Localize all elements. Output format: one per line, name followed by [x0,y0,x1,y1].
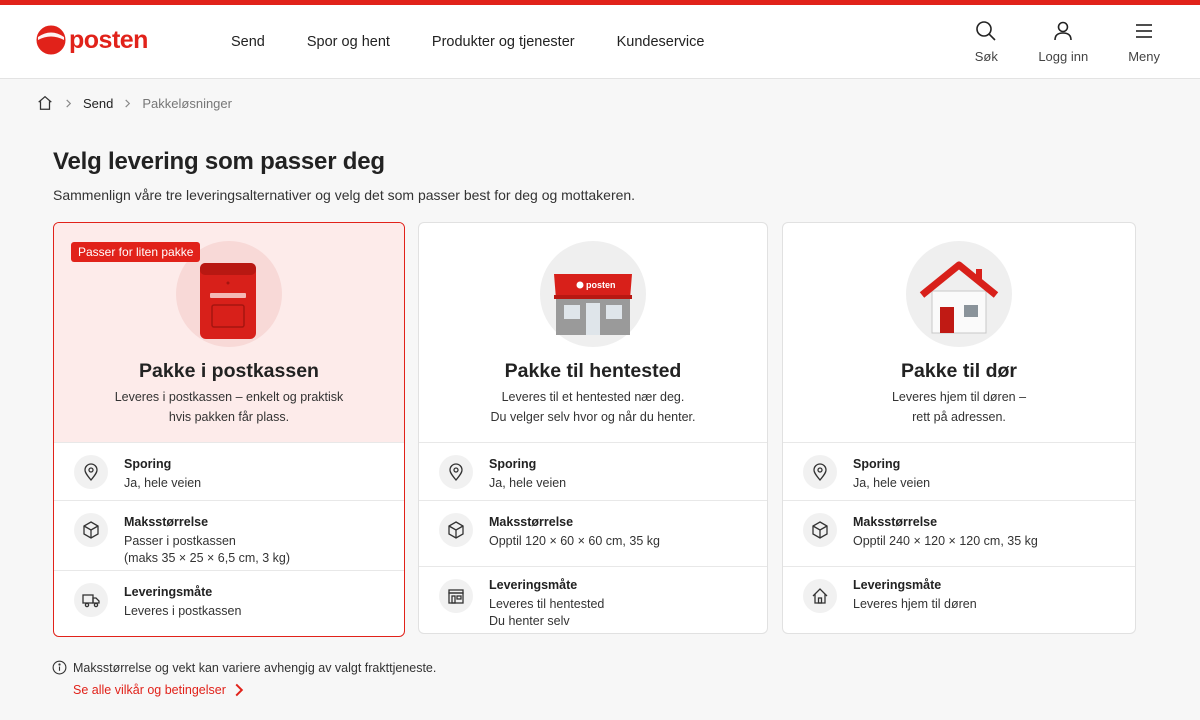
menu-button[interactable]: Meny [1128,19,1160,64]
nav-send[interactable]: Send [231,34,265,50]
option-card-dor[interactable]: Pakke til dør Leveres hjem til døren – r… [782,222,1136,634]
card-title: Pakke til hentested [504,360,682,382]
card-description: Leveres i postkassen – enkelt og praktis… [54,387,404,427]
detail-value: Leveres til hentested [489,597,605,611]
card-header: Pakke til dør Leveres hjem til døren – r… [783,223,1135,442]
detail-row-maksstorrelse: Maksstørrelse Passer i postkassen (maks … [54,501,404,571]
menu-label: Meny [1128,49,1160,64]
info-icon [52,660,67,675]
terms-link[interactable]: Se alle vilkår og betingelser [73,683,246,697]
detail-value: Passer i postkassen [124,534,236,548]
nav-produkter-og-tjenester[interactable]: Produkter og tjenester [432,34,575,50]
detail-label: Leveringsmåte [853,578,942,592]
card-header: Passer for liten pakke Pakke i postkasse… [54,223,404,442]
card-desc-line: hvis pakken får plass. [168,410,290,424]
detail-label: Maksstørrelse [853,515,938,529]
detail-label: Sporing [124,457,172,471]
detail-value: Leveres hjem til døren [853,597,977,611]
posten-logo[interactable]: posten [36,25,148,55]
detail-value: Ja, hele veien [853,476,931,490]
detail-label: Sporing [853,457,901,471]
location-pin-icon [74,455,108,489]
breadcrumb-current: Pakkeløsninger [142,95,232,111]
info-note: Maksstørrelse og vekt kan variere avheng… [52,660,436,675]
detail-value-extra: (maks 35 × 25 × 6,5 cm, 3 kg) [124,551,291,565]
header-actions: Søk Logg inn Meny [934,19,1160,64]
detail-value-extra: Du henter selv [489,614,570,628]
logo-text: posten [69,25,148,54]
card-description: Leveres hjem til døren – rett på adresse… [783,387,1135,427]
home-icon[interactable] [36,94,54,112]
detail-label: Maksstørrelse [489,515,574,529]
page-lead: Sammenlign våre tre leveringsalternative… [53,187,636,203]
info-note-text: Maksstørrelse og vekt kan variere avheng… [73,660,437,675]
option-card-postkassen[interactable]: Passer for liten pakke Pakke i postkasse… [53,222,405,637]
card-desc-line: Du velger selv hvor og når du henter. [490,410,696,424]
detail-row-sporing: Sporing Ja, hele veien [783,443,1135,501]
card-desc-line: rett på adressen. [912,410,1006,424]
detail-row-leveringsmate: Leveringsmåte Leveres til hentested Du h… [419,567,767,633]
package-icon [74,513,108,547]
breadcrumb: Send Pakkeløsninger [36,94,232,112]
package-icon [803,513,837,547]
detail-row-leveringsmate: Leveringsmåte Leveres i postkassen [54,571,404,635]
detail-row-maksstorrelse: Maksstørrelse Opptil 120 × 60 × 60 cm, 3… [419,501,767,567]
card-desc-line: Leveres i postkassen – enkelt og praktis… [114,390,344,404]
location-pin-icon [439,455,473,489]
card-details: Sporing Ja, hele veien Maksstørrelse Pas… [54,442,404,635]
breadcrumb-send[interactable]: Send [83,96,113,111]
detail-label: Sporing [489,457,537,471]
card-description: Leveres til et hentested nær deg. Du vel… [419,387,767,427]
detail-value: Ja, hele veien [124,476,202,490]
chevron-right-icon [235,683,244,697]
option-card-hentested[interactable]: posten Pakke til hentested Leveres til e… [418,222,768,634]
chevron-right-icon [64,98,73,108]
house-illustration [906,241,1012,347]
card-desc-line: Leveres hjem til døren – [891,390,1027,404]
login-label: Logg inn [1038,49,1089,64]
card-header: posten Pakke til hentested Leveres til e… [419,223,767,442]
detail-row-sporing: Sporing Ja, hele veien [419,443,767,501]
chevron-right-icon [123,98,132,108]
site-header: posten Send Spor og hent Produkter og tj… [0,5,1200,79]
main-nav: Send Spor og hent Produkter og tjenester… [231,5,746,79]
detail-label: Maksstørrelse [124,515,209,529]
svg-text:posten: posten [586,280,616,290]
detail-row-sporing: Sporing Ja, hele veien [54,443,404,501]
small-package-badge: Passer for liten pakke [71,242,201,262]
store-icon [439,579,473,613]
card-title: Pakke i postkassen [139,360,319,382]
detail-value: Opptil 120 × 60 × 60 cm, 35 kg [489,534,660,548]
card-desc-line: Leveres til et hentested nær deg. [501,390,685,404]
location-pin-icon [803,455,837,489]
search-icon [976,21,996,41]
user-icon [1054,21,1073,41]
card-details: Sporing Ja, hele veien Maksstørrelse Opp… [419,442,767,633]
detail-value: Ja, hele veien [489,476,567,490]
terms-link-label: Se alle vilkår og betingelser [73,683,226,697]
search-label: Søk [974,49,998,64]
detail-row-leveringsmate: Leveringsmåte Leveres hjem til døren [783,567,1135,633]
login-button[interactable]: Logg inn [1038,19,1088,64]
detail-value: Opptil 240 × 120 × 120 cm, 35 kg [853,534,1038,548]
truck-icon [74,583,108,617]
package-icon [439,513,473,547]
page-title: Velg levering som passer deg [53,148,385,175]
card-title: Pakke til dør [901,360,1017,382]
posten-logo-icon [36,25,66,55]
card-details: Sporing Ja, hele veien Maksstørrelse Opp… [783,442,1135,633]
detail-row-maksstorrelse: Maksstørrelse Opptil 240 × 120 × 120 cm,… [783,501,1135,567]
detail-value: Leveres i postkassen [124,604,242,618]
store-illustration: posten [540,241,646,347]
detail-label: Leveringsmåte [124,585,213,599]
hamburger-icon [1136,24,1153,38]
nav-spor-og-hent[interactable]: Spor og hent [307,34,390,50]
nav-kundeservice[interactable]: Kundeservice [617,34,705,50]
home-icon [803,579,837,613]
search-button[interactable]: Søk [974,19,998,64]
detail-label: Leveringsmåte [489,578,578,592]
